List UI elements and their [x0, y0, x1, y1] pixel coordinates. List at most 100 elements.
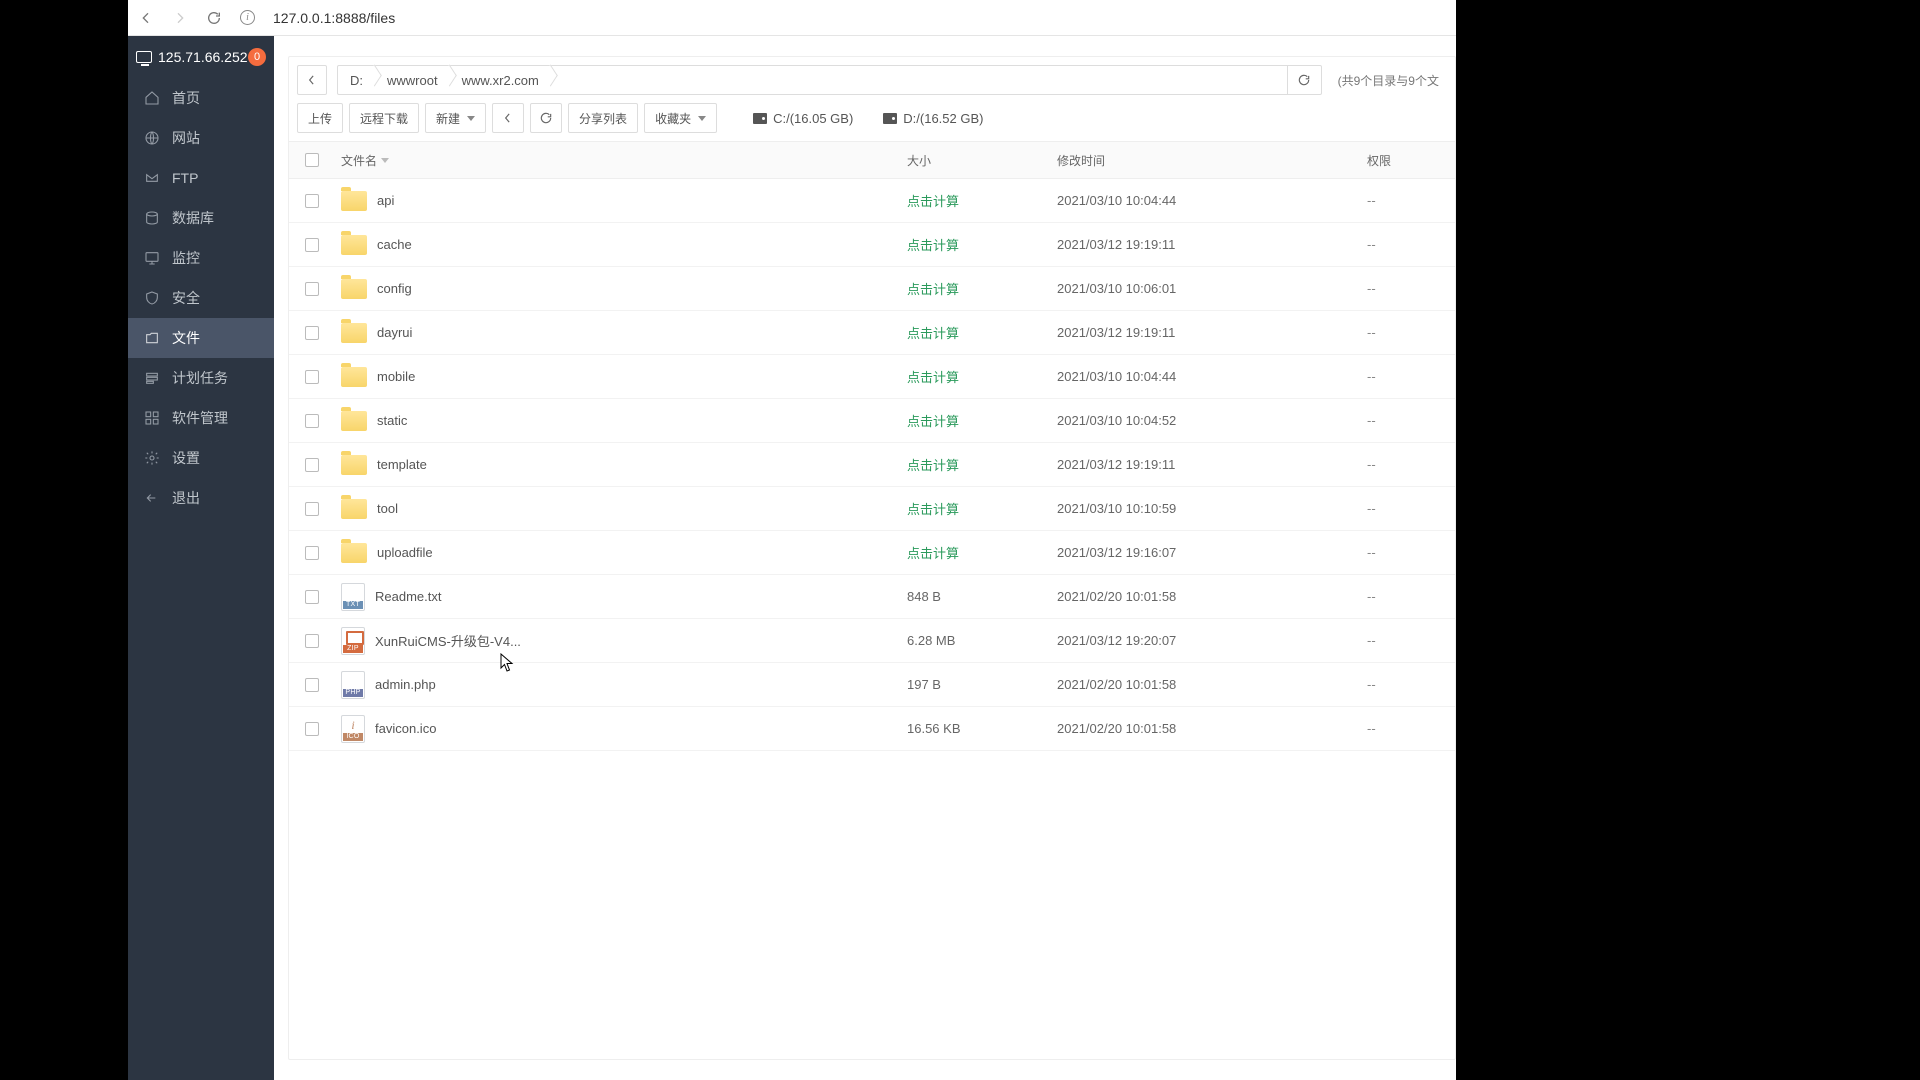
- file-perm: --: [1367, 457, 1376, 472]
- file-name[interactable]: dayrui: [377, 325, 412, 340]
- column-time[interactable]: 修改时间: [1057, 152, 1367, 169]
- table-row[interactable]: dayrui点击计算2021/03/12 19:19:11--: [289, 311, 1455, 355]
- table-row[interactable]: PHPadmin.php197 B2021/02/20 10:01:58--: [289, 663, 1455, 707]
- url-input[interactable]: [273, 10, 1446, 26]
- sidebar-item-6[interactable]: 文件: [128, 318, 274, 358]
- disk-info[interactable]: D:/(16.52 GB): [883, 111, 983, 126]
- sidebar-item-7[interactable]: 计划任务: [128, 358, 274, 398]
- sidebar-item-label: 安全: [172, 288, 200, 308]
- sidebar-item-3[interactable]: 数据库: [128, 198, 274, 238]
- file-name[interactable]: XunRuiCMS-升级包-V4...: [375, 631, 521, 650]
- file-name[interactable]: cache: [377, 237, 412, 252]
- column-name[interactable]: 文件名: [327, 152, 907, 169]
- file-size[interactable]: 点击计算: [907, 326, 959, 341]
- toolbar-back-button[interactable]: [492, 103, 524, 133]
- sidebar-ip[interactable]: 125.71.66.252 0: [128, 36, 274, 78]
- table-row[interactable]: TXTReadme.txt848 B2021/02/20 10:01:58--: [289, 575, 1455, 619]
- row-checkbox[interactable]: [305, 282, 319, 296]
- new-button[interactable]: 新建: [425, 103, 486, 133]
- file-name[interactable]: uploadfile: [377, 545, 433, 560]
- table-row[interactable]: ZIPXunRuiCMS-升级包-V4...6.28 MB2021/03/12 …: [289, 619, 1455, 663]
- file-name[interactable]: admin.php: [375, 677, 436, 692]
- file-name[interactable]: static: [377, 413, 407, 428]
- favorites-button[interactable]: 收藏夹: [644, 103, 717, 133]
- remote-download-button[interactable]: 远程下载: [349, 103, 419, 133]
- sidebar-icon: [144, 90, 160, 106]
- folder-icon: [341, 279, 367, 299]
- site-info-icon[interactable]: i: [240, 10, 255, 25]
- breadcrumb-segment[interactable]: D:: [338, 65, 375, 95]
- file-size[interactable]: 点击计算: [907, 502, 959, 517]
- file-size[interactable]: 点击计算: [907, 370, 959, 385]
- file-time: 2021/03/10 10:10:59: [1057, 501, 1176, 516]
- column-size[interactable]: 大小: [907, 152, 1057, 169]
- select-all-checkbox[interactable]: [305, 153, 319, 167]
- row-checkbox[interactable]: [305, 458, 319, 472]
- nav-back-icon[interactable]: [138, 10, 154, 26]
- row-checkbox[interactable]: [305, 414, 319, 428]
- table-row[interactable]: template点击计算2021/03/12 19:19:11--: [289, 443, 1455, 487]
- file-name[interactable]: api: [377, 193, 394, 208]
- table-row[interactable]: uploadfile点击计算2021/03/12 19:16:07--: [289, 531, 1455, 575]
- row-checkbox[interactable]: [305, 634, 319, 648]
- sidebar-icon: [144, 210, 160, 226]
- table-row[interactable]: api点击计算2021/03/10 10:04:44--: [289, 179, 1455, 223]
- toolbar: 上传 远程下载 新建 分享列表 收藏夹 C:/(16.05 GB) D:/(16.…: [289, 95, 1455, 141]
- row-checkbox[interactable]: [305, 678, 319, 692]
- file-size[interactable]: 点击计算: [907, 282, 959, 297]
- sidebar-item-2[interactable]: FTP: [128, 158, 274, 198]
- table-row[interactable]: config点击计算2021/03/10 10:06:01--: [289, 267, 1455, 311]
- breadcrumb-back-button[interactable]: [297, 65, 327, 95]
- sidebar-icon: [144, 330, 160, 346]
- row-checkbox[interactable]: [305, 590, 319, 604]
- file-name[interactable]: mobile: [377, 369, 415, 384]
- file-size[interactable]: 点击计算: [907, 414, 959, 429]
- row-checkbox[interactable]: [305, 502, 319, 516]
- file-size[interactable]: 点击计算: [907, 546, 959, 561]
- row-checkbox[interactable]: [305, 238, 319, 252]
- sidebar-item-label: 首页: [172, 88, 200, 108]
- table-row[interactable]: cache点击计算2021/03/12 19:19:11--: [289, 223, 1455, 267]
- column-perm[interactable]: 权限: [1367, 152, 1447, 169]
- row-checkbox[interactable]: [305, 722, 319, 736]
- table-row[interactable]: mobile点击计算2021/03/10 10:04:44--: [289, 355, 1455, 399]
- table-header: 文件名 大小 修改时间 权限: [289, 141, 1455, 179]
- breadcrumb-segment[interactable]: www.xr2.com: [450, 65, 551, 95]
- file-time: 2021/02/20 10:01:58: [1057, 721, 1176, 736]
- nav-reload-icon[interactable]: [206, 10, 222, 26]
- table-row[interactable]: ICOfavicon.ico16.56 KB2021/02/20 10:01:5…: [289, 707, 1455, 751]
- sidebar-item-5[interactable]: 安全: [128, 278, 274, 318]
- sidebar-icon: [144, 370, 160, 386]
- file-size[interactable]: 点击计算: [907, 458, 959, 473]
- breadcrumb-refresh-button[interactable]: [1287, 65, 1321, 95]
- sidebar-icon: [144, 250, 160, 266]
- table-row[interactable]: tool点击计算2021/03/10 10:10:59--: [289, 487, 1455, 531]
- sidebar-item-1[interactable]: 网站: [128, 118, 274, 158]
- file-name[interactable]: favicon.ico: [375, 721, 436, 736]
- upload-button[interactable]: 上传: [297, 103, 343, 133]
- file-name[interactable]: tool: [377, 501, 398, 516]
- file-name[interactable]: template: [377, 457, 427, 472]
- row-checkbox[interactable]: [305, 370, 319, 384]
- sidebar-item-0[interactable]: 首页: [128, 78, 274, 118]
- sidebar-item-4[interactable]: 监控: [128, 238, 274, 278]
- sidebar-item-9[interactable]: 设置: [128, 438, 274, 478]
- file-size[interactable]: 点击计算: [907, 194, 959, 209]
- file-name[interactable]: Readme.txt: [375, 589, 441, 604]
- disk-info[interactable]: C:/(16.05 GB): [753, 111, 853, 126]
- file-perm: --: [1367, 281, 1376, 296]
- file-name[interactable]: config: [377, 281, 412, 296]
- sidebar-item-10[interactable]: 退出: [128, 478, 274, 518]
- sidebar-item-8[interactable]: 软件管理: [128, 398, 274, 438]
- breadcrumb-segment[interactable]: wwwroot: [375, 65, 450, 95]
- file-time: 2021/03/10 10:04:52: [1057, 413, 1176, 428]
- table-row[interactable]: static点击计算2021/03/10 10:04:52--: [289, 399, 1455, 443]
- row-checkbox[interactable]: [305, 546, 319, 560]
- file-ico-icon: ICO: [341, 715, 365, 743]
- toolbar-refresh-button[interactable]: [530, 103, 562, 133]
- sidebar-item-label: 文件: [172, 328, 200, 348]
- row-checkbox[interactable]: [305, 194, 319, 208]
- row-checkbox[interactable]: [305, 326, 319, 340]
- file-size[interactable]: 点击计算: [907, 238, 959, 253]
- share-list-button[interactable]: 分享列表: [568, 103, 638, 133]
